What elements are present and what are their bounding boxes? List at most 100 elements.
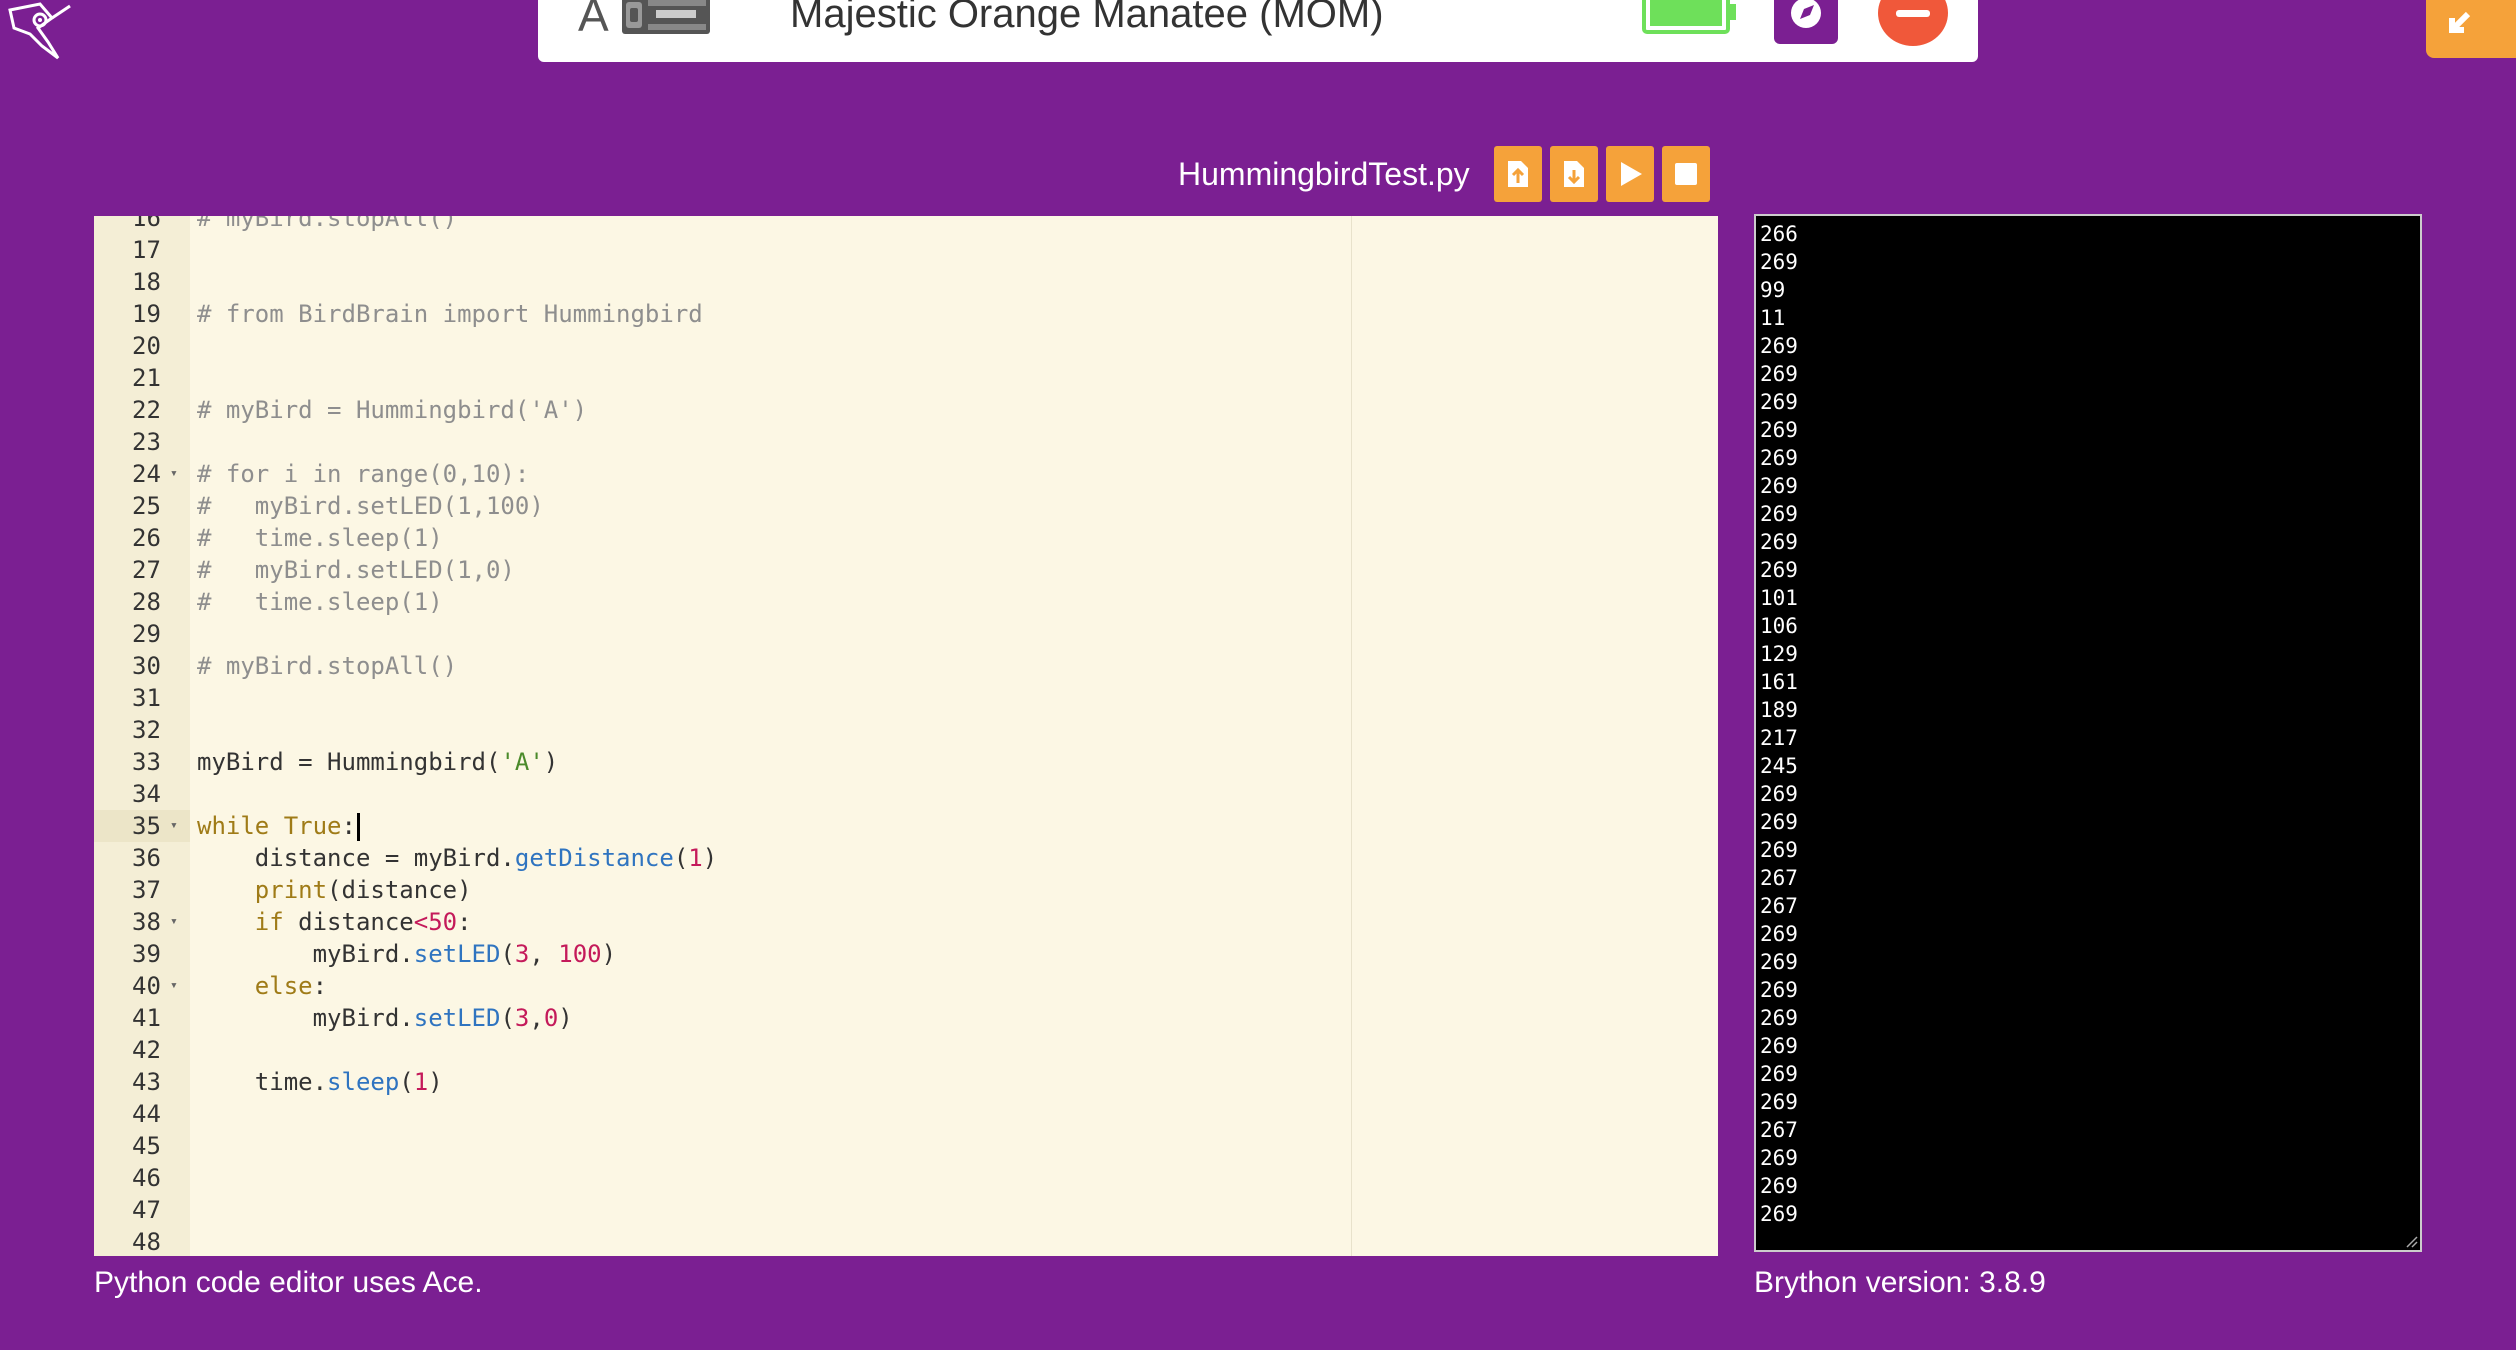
code-line[interactable]: 18: [94, 266, 1718, 298]
output-console[interactable]: 266 269 99 11 269 269 269 269 269 269 269 269 269 101…: [1754, 214, 2422, 1252]
code-line[interactable]: 17: [94, 234, 1718, 266]
stop-button[interactable]: [1662, 146, 1710, 202]
console-line: 269: [1760, 362, 1798, 386]
disconnect-button[interactable]: [1878, 0, 1948, 46]
console-line: 266: [1760, 222, 1798, 246]
console-line: 269: [1760, 1146, 1798, 1170]
line-number: 41: [132, 1004, 161, 1032]
code-line[interactable]: 42: [94, 1034, 1718, 1066]
line-number: 22: [132, 396, 161, 424]
code-line[interactable]: 38 ▾ if distance<50:: [94, 906, 1718, 938]
code-text: # myBird.setLED(1,100): [197, 492, 544, 520]
run-button[interactable]: [1606, 146, 1654, 202]
code-line[interactable]: 19 # from BirdBrain import Hummingbird: [94, 298, 1718, 330]
code-line[interactable]: 34: [94, 778, 1718, 810]
code-line[interactable]: 25 # myBird.setLED(1,100): [94, 490, 1718, 522]
console-line: 217: [1760, 726, 1798, 750]
code-line[interactable]: 31: [94, 682, 1718, 714]
line-number: 27: [132, 556, 161, 584]
line-number: 16: [132, 216, 161, 232]
console-line: 269: [1760, 978, 1798, 1002]
compass-icon: [1791, 0, 1821, 28]
expand-button[interactable]: [2426, 0, 2516, 58]
console-line: 269: [1760, 558, 1798, 582]
console-line: 269: [1760, 1062, 1798, 1086]
line-number: 39: [132, 940, 161, 968]
console-line: 269: [1760, 446, 1798, 470]
line-number: 19: [132, 300, 161, 328]
console-line: 269: [1760, 502, 1798, 526]
code-line[interactable]: 20: [94, 330, 1718, 362]
fold-toggle-icon[interactable]: ▾: [170, 810, 178, 842]
console-line: 267: [1760, 1118, 1798, 1142]
calibrate-compass-button[interactable]: [1774, 0, 1838, 44]
fold-toggle-icon[interactable]: ▾: [170, 906, 178, 938]
download-file-button[interactable]: [1550, 146, 1598, 202]
code-text: # myBird.stopAll(): [197, 652, 458, 680]
new-file-button[interactable]: [1494, 146, 1542, 202]
code-line[interactable]: 22 # myBird = Hummingbird('A'): [94, 394, 1718, 426]
code-line[interactable]: 26 # time.sleep(1): [94, 522, 1718, 554]
line-number: 36: [132, 844, 161, 872]
code-line[interactable]: 48: [94, 1226, 1718, 1256]
line-number: 21: [132, 364, 161, 392]
line-number: 29: [132, 620, 161, 648]
code-text: # myBird = Hummingbird('A'): [197, 396, 588, 424]
code-line[interactable]: 30 # myBird.stopAll(): [94, 650, 1718, 682]
code-text: myBird.setLED(3,0): [197, 1004, 573, 1032]
new-file-icon: [1508, 161, 1528, 187]
console-line: 269: [1760, 838, 1798, 862]
line-number: 34: [132, 780, 161, 808]
resize-handle-icon[interactable]: [2404, 1234, 2418, 1248]
code-line[interactable]: 45: [94, 1130, 1718, 1162]
battery-icon: [1642, 0, 1736, 34]
brython-version: Brython version: 3.8.9: [1754, 1266, 2046, 1299]
code-line[interactable]: 39 myBird.setLED(3, 100): [94, 938, 1718, 970]
code-line[interactable]: 44: [94, 1098, 1718, 1130]
code-line[interactable]: 46: [94, 1162, 1718, 1194]
code-line[interactable]: 40 ▾ else:: [94, 970, 1718, 1002]
line-number: 32: [132, 716, 161, 744]
console-line: 161: [1760, 670, 1798, 694]
console-line: 269: [1760, 334, 1798, 358]
line-number: 47: [132, 1196, 161, 1224]
stop-icon: [1675, 163, 1697, 185]
code-text: if distance<50:: [254, 908, 472, 936]
expand-icon: [2449, 11, 2471, 33]
code-line[interactable]: 37 print(distance): [94, 874, 1718, 906]
code-text: # from BirdBrain import Hummingbird: [197, 300, 703, 328]
code-line[interactable]: 32: [94, 714, 1718, 746]
console-line: 245: [1760, 754, 1798, 778]
code-text: time.sleep(1): [197, 1068, 443, 1096]
code-line[interactable]: 41 myBird.setLED(3,0): [94, 1002, 1718, 1034]
code-line[interactable]: 27 # myBird.setLED(1,0): [94, 554, 1718, 586]
line-number: 42: [132, 1036, 161, 1064]
code-line[interactable]: 33 myBird = Hummingbird('A'): [94, 746, 1718, 778]
code-line[interactable]: 23: [94, 426, 1718, 458]
code-line[interactable]: 29: [94, 618, 1718, 650]
console-line: 189: [1760, 698, 1798, 722]
code-line[interactable]: 47: [94, 1194, 1718, 1226]
line-number: 31: [132, 684, 161, 712]
code-line[interactable]: 28 # time.sleep(1): [94, 586, 1718, 618]
code-line[interactable]: 35 ▾ while True:: [94, 810, 1718, 842]
console-line: 269: [1760, 418, 1798, 442]
line-number: 28: [132, 588, 161, 616]
code-text: print(distance): [254, 876, 472, 904]
device-bar: A Majestic Orange Manatee (MOM): [538, 0, 1978, 62]
code-line[interactable]: 16 # myBird.stopAll(): [94, 216, 1718, 234]
line-number: 43: [132, 1068, 161, 1096]
download-file-icon: [1564, 161, 1584, 187]
console-line: 101: [1760, 586, 1798, 610]
fold-toggle-icon[interactable]: ▾: [170, 458, 178, 490]
code-editor[interactable]: 16 # myBird.stopAll() 17 18 19 # from BirdBra…: [94, 216, 1718, 1256]
file-name: HummingbirdTest.py: [1178, 156, 1470, 192]
console-line: 269: [1760, 810, 1798, 834]
line-number: 20: [132, 332, 161, 360]
code-line[interactable]: 36 distance = myBird.getDistance(1): [94, 842, 1718, 874]
fold-toggle-icon[interactable]: ▾: [170, 970, 178, 1002]
code-line[interactable]: 24 ▾ # for i in range(0,10):: [94, 458, 1718, 490]
code-line[interactable]: 43 time.sleep(1): [94, 1066, 1718, 1098]
code-line[interactable]: 21: [94, 362, 1718, 394]
console-line: 267: [1760, 866, 1798, 890]
